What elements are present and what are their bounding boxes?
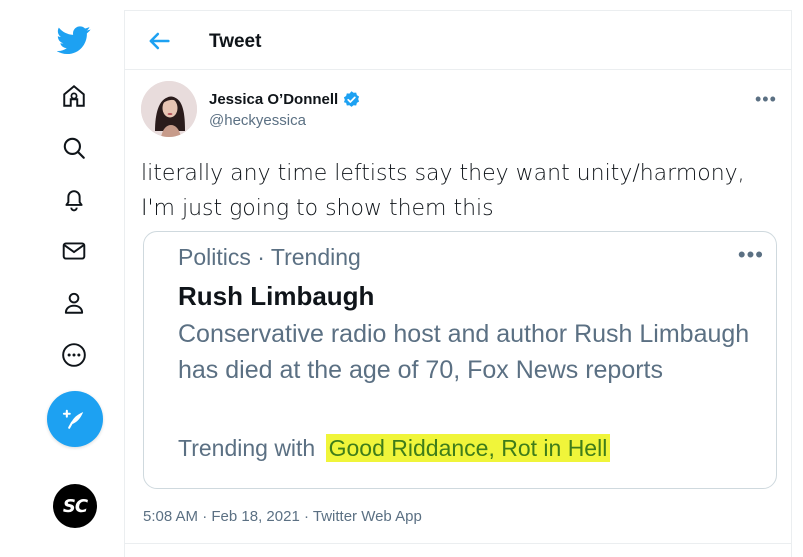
- card-category: Politics · Trending: [178, 244, 361, 270]
- card-trending-row: Trending with Good Riddance, Rot in Hell: [178, 434, 611, 462]
- home-icon[interactable]: [56, 78, 92, 114]
- trending-card[interactable]: Politics · Trending ••• Rush Limbaugh Co…: [143, 231, 777, 489]
- separator: ·: [198, 508, 212, 525]
- trending-topics-link[interactable]: Good Riddance, Rot in Hell: [325, 434, 611, 462]
- divider: [125, 543, 791, 544]
- tweet-text-line: literally any time leftists say they wan…: [141, 161, 745, 186]
- tweet-time[interactable]: 5:08 AM: [143, 508, 198, 525]
- trending-prefix: Trending with: [178, 435, 316, 461]
- tweet-text: literally any time leftists say they wan…: [141, 156, 771, 226]
- profile-icon[interactable]: [56, 285, 92, 321]
- more-icon[interactable]: [56, 337, 92, 373]
- author-name-row[interactable]: Jessica O’Donnell: [209, 90, 361, 109]
- card-title: Rush Limbaugh: [178, 281, 375, 311]
- sidebar: SC: [0, 0, 124, 556]
- account-avatar[interactable]: SC: [53, 484, 97, 528]
- page-header: Tweet: [125, 11, 791, 70]
- author-name[interactable]: Jessica O’Donnell: [209, 91, 338, 108]
- verified-badge-icon: [344, 91, 360, 107]
- tweet-timestamp: 5:08 AM · Feb 18, 2021 · Twitter Web App: [143, 508, 422, 525]
- card-description: Conservative radio host and author Rush …: [178, 320, 750, 384]
- compose-tweet-icon: [62, 409, 84, 429]
- author-avatar[interactable]: [141, 81, 197, 137]
- author-handle[interactable]: @heckyessica: [209, 112, 306, 129]
- tweet-source[interactable]: Twitter Web App: [313, 508, 422, 525]
- search-icon[interactable]: [56, 130, 92, 166]
- back-arrow-icon[interactable]: [145, 27, 173, 55]
- messages-icon[interactable]: [56, 233, 92, 269]
- notifications-icon[interactable]: [56, 181, 92, 217]
- tweet-date[interactable]: Feb 18, 2021: [211, 508, 299, 525]
- twitter-logo-icon[interactable]: [56, 22, 92, 58]
- main-column: Tweet Jessica O’Donnell @heckyessica •••…: [124, 10, 792, 557]
- card-more-button[interactable]: •••: [738, 242, 764, 268]
- page-title: Tweet: [209, 31, 262, 52]
- separator: ·: [299, 508, 313, 525]
- tweet-text-line: I'm just going to show them this: [141, 196, 494, 221]
- compose-tweet-button[interactable]: [47, 391, 103, 447]
- tweet-more-button[interactable]: •••: [755, 89, 777, 110]
